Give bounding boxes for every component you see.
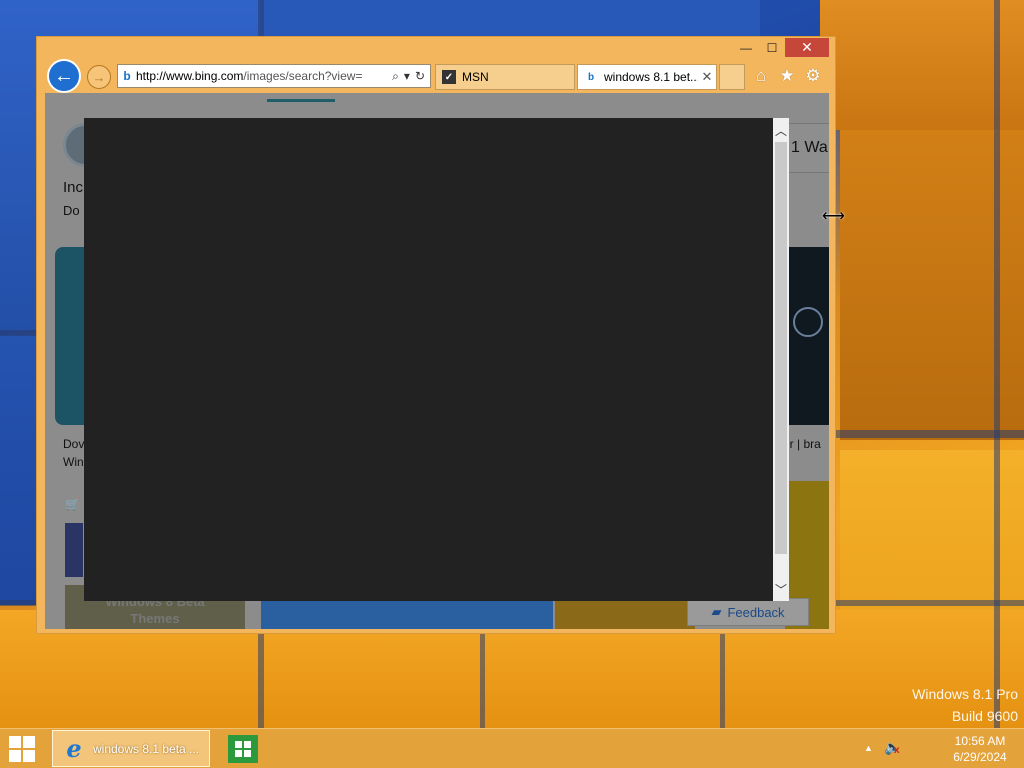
resize-cursor-icon: ⟷ (822, 208, 845, 225)
windows-watermark: Windows 8.1 Pro Build 9600 (912, 683, 1018, 727)
bing-icon: b (587, 71, 595, 83)
watermark-edition: Windows 8.1 Pro (912, 686, 1018, 702)
bing-icon: b (123, 69, 131, 83)
image-thumbnail[interactable] (261, 598, 553, 629)
wallpaper-mullion (0, 330, 40, 336)
chevron-down-icon[interactable]: ▾ (404, 69, 410, 84)
windows-logo-icon (793, 307, 823, 337)
scroll-up-icon[interactable]: ︿ (773, 120, 789, 140)
scroll-down-icon[interactable]: ﹀ (773, 579, 789, 599)
internet-explorer-icon: e (66, 734, 82, 763)
image-thumbnail[interactable] (555, 598, 695, 629)
taskbar: e windows 8.1 beta ... ▲ 🔈 x 10:56 AM 6/2… (0, 728, 1024, 768)
settings-gear-icon[interactable]: ⚙ (803, 64, 823, 88)
partial-heading: 1 Wa (791, 139, 828, 156)
system-clock[interactable]: 10:56 AM 6/29/2024 (944, 733, 1016, 765)
close-button[interactable]: ✕ (785, 38, 829, 57)
refresh-icon[interactable]: ↻ (415, 69, 425, 84)
back-button[interactable]: ← (47, 59, 81, 93)
active-tab-indicator (267, 99, 335, 102)
image-caption: Win (63, 455, 84, 469)
show-hidden-icons-icon[interactable]: ▲ (864, 743, 873, 753)
clock-date: 6/29/2024 (953, 750, 1007, 764)
tab-msn[interactable]: ✓ MSN (435, 64, 575, 90)
speaker-muted-icon[interactable]: 🔈 x (884, 739, 901, 756)
tab-label: windows 8.1 bet... (604, 70, 698, 84)
shopping-cart-icon: 🛒 (65, 497, 80, 511)
windows-logo-icon (9, 736, 21, 748)
start-button[interactable] (6, 735, 38, 763)
taskbar-store-button[interactable] (228, 735, 258, 763)
image-thumbnail[interactable] (65, 523, 83, 577)
dark-overlay-dialog[interactable]: ︿ ﹀ (84, 118, 789, 601)
feedback-button[interactable]: ▰ Feedback (687, 598, 809, 626)
arrow-left-icon: ← (54, 64, 74, 87)
favorites-star-icon[interactable]: ★ (777, 64, 797, 88)
minimize-button[interactable]: — (733, 38, 759, 57)
address-buttons: ⌕ ▾ ↻ (392, 69, 430, 84)
window-controls: — ☐ ✕ (733, 38, 829, 57)
search-icon[interactable]: ⌕ (392, 69, 399, 84)
image-caption: Dov (63, 437, 85, 451)
clock-time: 10:56 AM (954, 734, 1006, 748)
watermark-build: Build 9600 (951, 708, 1018, 724)
close-tab-icon[interactable]: ✕ (698, 69, 716, 85)
image-card[interactable] (785, 247, 829, 425)
navigation-bar: ← → b http://www.bing.com/images/search?… (45, 59, 829, 93)
msn-icon: ✓ (442, 70, 456, 84)
wallpaper-mullion (994, 0, 1000, 728)
forward-button[interactable]: → (87, 65, 111, 89)
chat-bubble-icon: ▰ (711, 604, 722, 619)
arrow-right-icon: → (92, 69, 106, 85)
new-tab-button[interactable] (719, 64, 745, 90)
taskbar-ie-button[interactable]: e windows 8.1 beta ... (52, 730, 210, 767)
home-icon[interactable]: ⌂ (751, 64, 771, 88)
vertical-scrollbar[interactable]: ︿ ﹀ (773, 118, 789, 601)
scrollbar-thumb[interactable] (775, 142, 787, 554)
browser-toolbar-icons: ⌂ ★ ⚙ (751, 64, 823, 88)
wallpaper-pane (260, 0, 760, 40)
maximize-button[interactable]: ☐ (759, 38, 785, 57)
tab-bing-search[interactable]: b windows 8.1 bet... ✕ (577, 64, 717, 90)
partial-text: Do (63, 203, 80, 218)
feedback-label: Feedback (727, 604, 785, 620)
taskbar-item-label: windows 8.1 beta ... (93, 741, 200, 756)
store-icon (235, 741, 251, 757)
address-bar[interactable]: b http://www.bing.com/images/search?view… (117, 64, 431, 88)
partial-text: Inc (63, 179, 84, 196)
address-url[interactable]: http://www.bing.com/images/search?view= (136, 69, 392, 83)
tab-label: MSN (462, 70, 489, 84)
